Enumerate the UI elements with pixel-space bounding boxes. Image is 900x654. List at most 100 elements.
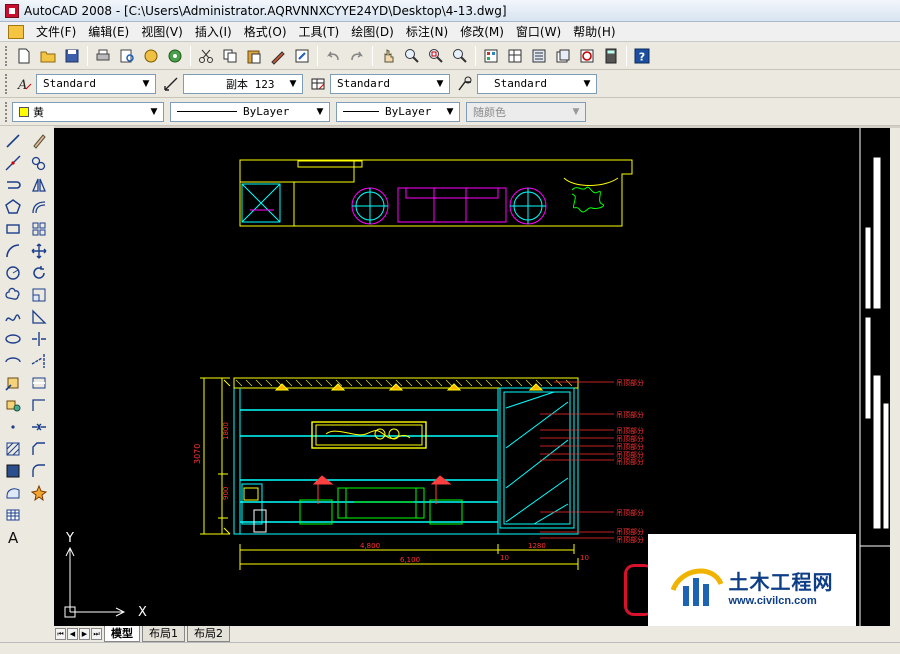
chevron-down-icon[interactable]: ▼ <box>433 77 447 91</box>
redo-icon[interactable] <box>346 45 368 67</box>
chevron-down-icon[interactable]: ▼ <box>443 105 457 119</box>
multiline-text-icon[interactable]: A <box>2 526 24 548</box>
sheet-set-icon[interactable] <box>552 45 574 67</box>
extend-icon[interactable] <box>28 350 50 372</box>
help-icon[interactable]: ? <box>631 45 653 67</box>
toolbar-grip[interactable] <box>5 45 9 66</box>
ellipse-arc-icon[interactable] <box>2 350 24 372</box>
tab-model[interactable]: 模型 <box>104 626 140 642</box>
text-style-dropdown[interactable]: Standard ▼ <box>36 73 156 94</box>
move-icon[interactable] <box>28 240 50 262</box>
chamfer-icon[interactable] <box>28 438 50 460</box>
dimension-style-icon[interactable] <box>160 73 182 95</box>
menu-window[interactable]: 窗口(W) <box>510 22 567 42</box>
trim-icon[interactable] <box>28 328 50 350</box>
join-icon[interactable] <box>28 416 50 438</box>
stretch-icon[interactable] <box>28 306 50 328</box>
mirror-icon[interactable] <box>28 174 50 196</box>
break-icon[interactable] <box>28 394 50 416</box>
3d-dwf-icon[interactable] <box>164 45 186 67</box>
explode-icon[interactable] <box>28 482 50 504</box>
chevron-down-icon[interactable]: ▼ <box>286 77 300 91</box>
line-icon[interactable] <box>2 130 24 152</box>
chevron-down-icon[interactable]: ▼ <box>139 77 153 91</box>
rotate-icon[interactable] <box>28 262 50 284</box>
plot-style-dropdown[interactable]: 随颜色 ▼ <box>466 101 586 122</box>
array-icon[interactable] <box>28 218 50 240</box>
tab-layout2[interactable]: 布局2 <box>187 626 230 642</box>
insert-block-icon[interactable] <box>2 372 24 394</box>
design-center-icon[interactable] <box>504 45 526 67</box>
text-style-icon[interactable]: A <box>13 73 35 95</box>
menu-modify[interactable]: 修改(M) <box>454 22 510 42</box>
calculator-icon[interactable] <box>600 45 622 67</box>
erase-icon[interactable] <box>28 130 50 152</box>
first-tab-icon[interactable]: ⏮ <box>55 628 66 640</box>
tab-layout1[interactable]: 布局1 <box>142 626 185 642</box>
cut-icon[interactable] <box>195 45 217 67</box>
chevron-down-icon[interactable]: ▼ <box>147 105 161 119</box>
tool-palettes-icon[interactable] <box>528 45 550 67</box>
properties-icon[interactable] <box>480 45 502 67</box>
ellipse-icon[interactable] <box>2 328 24 350</box>
break-at-point-icon[interactable] <box>28 372 50 394</box>
paste-icon[interactable] <box>243 45 265 67</box>
circle-icon[interactable] <box>2 262 24 284</box>
toolbar-grip[interactable] <box>5 101 9 122</box>
chevron-down-icon[interactable]: ▼ <box>580 77 594 91</box>
table-style-dropdown[interactable]: Standard ▼ <box>330 73 450 94</box>
fillet-icon[interactable] <box>28 460 50 482</box>
spline-icon[interactable] <box>2 306 24 328</box>
rectangle-icon[interactable] <box>2 218 24 240</box>
multileader-style-icon[interactable] <box>454 73 476 95</box>
publish-icon[interactable] <box>140 45 162 67</box>
construction-line-icon[interactable] <box>2 152 24 174</box>
plot-preview-icon[interactable] <box>116 45 138 67</box>
undo-icon[interactable] <box>322 45 344 67</box>
table-icon[interactable] <box>2 504 24 526</box>
menu-edit[interactable]: 编辑(E) <box>82 22 135 42</box>
scale-icon[interactable] <box>28 284 50 306</box>
menu-format[interactable]: 格式(O) <box>238 22 293 42</box>
vertical-scrollbar[interactable] <box>890 128 900 626</box>
plot-icon[interactable] <box>92 45 114 67</box>
layer-color-dropdown[interactable]: 黄 ▼ <box>12 101 164 122</box>
gradient-icon[interactable] <box>2 460 24 482</box>
next-tab-icon[interactable]: ▶ <box>79 628 90 640</box>
multileader-style-dropdown[interactable]: Standard ▼ <box>477 73 597 94</box>
point-icon[interactable] <box>2 416 24 438</box>
menu-view[interactable]: 视图(V) <box>135 22 189 42</box>
arc-icon[interactable] <box>2 240 24 262</box>
save-icon[interactable] <box>61 45 83 67</box>
match-properties-icon[interactable] <box>267 45 289 67</box>
zoom-previous-icon[interactable] <box>449 45 471 67</box>
block-editor-icon[interactable] <box>291 45 313 67</box>
menu-dimension[interactable]: 标注(N) <box>400 22 454 42</box>
markup-set-icon[interactable] <box>576 45 598 67</box>
pan-icon[interactable] <box>377 45 399 67</box>
offset-icon[interactable] <box>28 196 50 218</box>
menu-insert[interactable]: 插入(I) <box>189 22 238 42</box>
table-style-icon[interactable] <box>307 73 329 95</box>
copy-icon[interactable] <box>219 45 241 67</box>
dimension-style-dropdown[interactable]: 副本 123 ▼ <box>183 73 303 94</box>
chevron-down-icon[interactable]: ▼ <box>313 105 327 119</box>
copy-object-icon[interactable] <box>28 152 50 174</box>
new-file-icon[interactable] <box>13 45 35 67</box>
open-folder-icon[interactable] <box>37 45 59 67</box>
toolbar-grip[interactable] <box>5 73 9 94</box>
hatch-icon[interactable] <box>2 438 24 460</box>
last-tab-icon[interactable]: ⏭ <box>91 628 102 640</box>
polyline-icon[interactable] <box>2 174 24 196</box>
menu-tools[interactable]: 工具(T) <box>293 22 346 42</box>
chevron-down-icon[interactable]: ▼ <box>569 105 583 119</box>
lineweight-dropdown[interactable]: ByLayer ▼ <box>336 101 460 122</box>
polygon-icon[interactable] <box>2 196 24 218</box>
zoom-window-icon[interactable] <box>425 45 447 67</box>
previous-tab-icon[interactable]: ◀ <box>67 628 78 640</box>
make-block-icon[interactable] <box>2 394 24 416</box>
zoom-realtime-icon[interactable] <box>401 45 423 67</box>
linetype-dropdown[interactable]: ByLayer ▼ <box>170 101 330 122</box>
revision-cloud-icon[interactable] <box>2 284 24 306</box>
document-icon[interactable] <box>8 24 24 39</box>
